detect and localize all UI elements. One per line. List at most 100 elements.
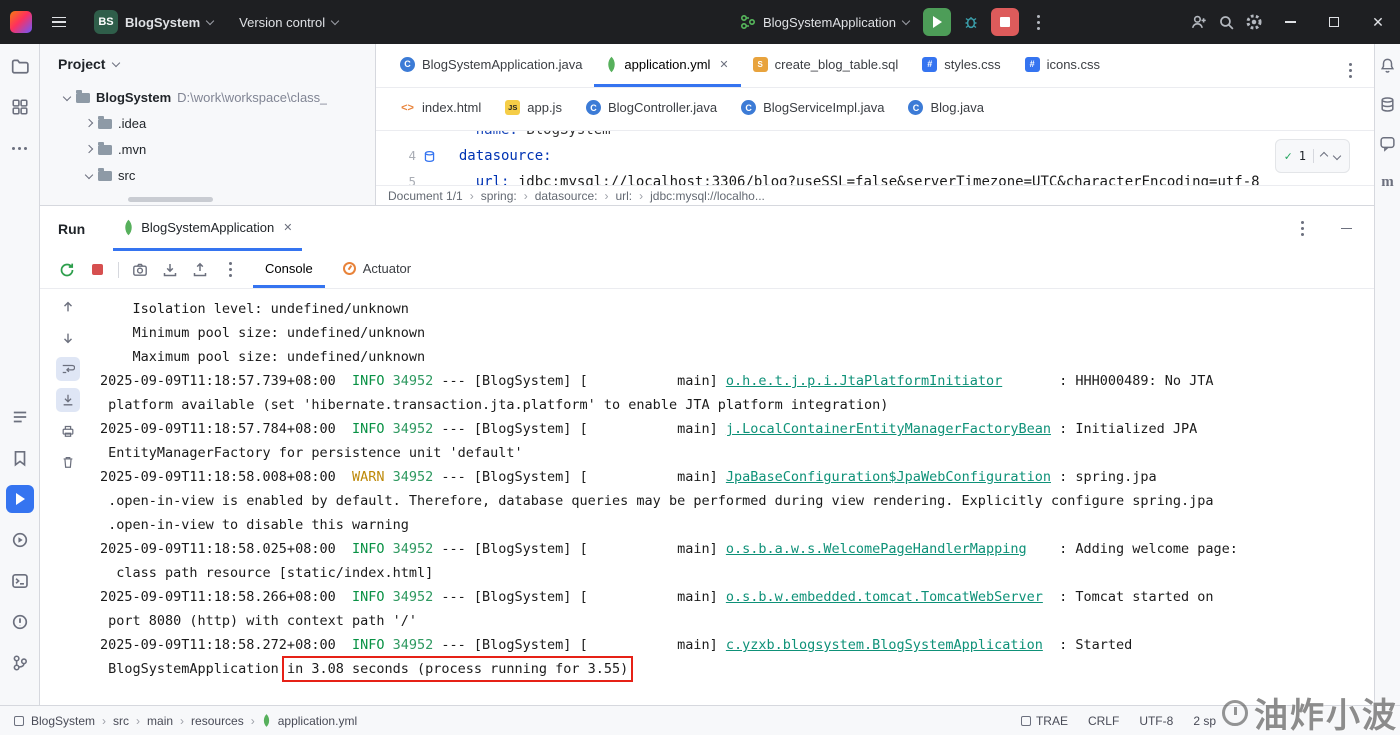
import-icon[interactable] (157, 257, 183, 283)
editor-tab-icons-css[interactable]: # icons.css (1013, 44, 1112, 87)
breadcrumb-item[interactable]: datasource: (535, 189, 598, 203)
status-crumb-application-yml[interactable]: application.yml (278, 714, 357, 728)
breadcrumb-item[interactable]: jdbc:mysql://localho... (650, 189, 765, 203)
run-toolwindow-icon[interactable] (5, 485, 34, 513)
maven-icon[interactable]: m (1377, 171, 1399, 193)
check-icon: ✓ (1284, 149, 1292, 163)
more-tools-icon[interactable] (6, 134, 34, 162)
more-options-icon[interactable] (217, 257, 243, 283)
close-icon[interactable]: ✕ (719, 58, 728, 71)
modules-icon[interactable] (6, 93, 34, 121)
datasource-gutter-icon[interactable] (416, 150, 442, 163)
tree-item--idea[interactable]: .idea (40, 110, 375, 136)
editor-tab-index-html[interactable]: <> index.html (388, 88, 493, 130)
console-link[interactable]: o.h.e.t.j.p.i.JtaPlatformInitiator (726, 373, 1002, 389)
tree-item-label: .idea (118, 115, 147, 131)
breadcrumb-item[interactable]: Document 1/1 (388, 189, 463, 203)
project-selector[interactable]: BS BlogSystem (86, 4, 221, 40)
stop-button[interactable] (990, 8, 1019, 36)
prev-problem-icon[interactable] (1319, 151, 1329, 161)
ai-chat-icon[interactable] (1377, 132, 1399, 154)
problems-icon[interactable] (6, 608, 34, 636)
chevron-right-icon[interactable] (84, 118, 94, 128)
print-icon[interactable] (56, 419, 80, 443)
close-icon[interactable]: ✕ (283, 221, 292, 234)
chevron-down-icon[interactable] (62, 92, 72, 102)
editor-code-area[interactable]: name: BlogSystem 4 datasource: 5 url: jd… (376, 131, 1374, 185)
hide-panel-icon[interactable] (1332, 215, 1360, 243)
services-icon[interactable] (6, 526, 34, 554)
add-user-icon[interactable] (1184, 8, 1212, 36)
scroll-to-end-icon[interactable] (56, 388, 80, 412)
structure-icon[interactable] (6, 403, 34, 431)
run-configuration-selector[interactable]: BlogSystemApplication (732, 8, 917, 36)
status-indicator-2-sp[interactable]: 2 sp (1193, 714, 1216, 728)
export-icon[interactable] (187, 257, 213, 283)
next-problem-icon[interactable] (1332, 151, 1342, 161)
terminal-icon[interactable] (6, 567, 34, 595)
main-menu-icon[interactable] (42, 9, 76, 36)
minimize-icon[interactable] (1268, 0, 1312, 44)
soft-wrap-icon[interactable] (56, 357, 80, 381)
camera-icon[interactable] (127, 257, 153, 283)
editor-tab-blogcontroller-java[interactable]: C BlogController.java (574, 88, 729, 130)
chevron-right-icon[interactable] (84, 144, 94, 154)
status-crumb-main[interactable]: main (147, 714, 173, 728)
tree-root-blogsystem[interactable]: BlogSystem D:\work\workspace\class_ (40, 84, 375, 110)
run-tab[interactable]: BlogSystemApplication ✕ (113, 206, 303, 251)
console-link[interactable]: o.s.b.a.w.s.WelcomePageHandlerMapping (726, 541, 1027, 557)
arrow-up-icon[interactable] (56, 295, 80, 319)
run-button[interactable] (922, 8, 951, 36)
rerun-icon[interactable] (54, 257, 80, 283)
editor-tab-create-blog-table-sql[interactable]: Screate_blog_table.sql (741, 44, 911, 87)
status-indicator-trae[interactable]: TRAE (1020, 714, 1068, 728)
tab-options-icon[interactable] (1336, 56, 1364, 84)
tab-console[interactable]: Console (253, 251, 325, 288)
breadcrumb-item[interactable]: spring: (481, 189, 517, 203)
tab-actuator[interactable]: Actuator (331, 251, 423, 288)
console-line: BlogSystemApplication in 3.08 seconds (p… (100, 656, 634, 682)
version-control-icon[interactable] (6, 649, 34, 677)
editor-tab-blogserviceimpl-java[interactable]: C BlogServiceImpl.java (729, 88, 896, 130)
database-icon[interactable] (1377, 93, 1399, 115)
breadcrumb-item[interactable]: url: (615, 189, 632, 203)
notifications-bell-icon[interactable] (1377, 54, 1399, 76)
debug-icon[interactable] (957, 8, 985, 36)
clear-trash-icon[interactable] (56, 450, 80, 474)
project-panel-title: Project (58, 56, 106, 72)
status-crumb-src[interactable]: src (113, 714, 129, 728)
close-icon[interactable]: ✕ (1356, 0, 1400, 44)
console-link[interactable]: o.s.b.w.embedded.tomcat.TomcatWebServer (726, 589, 1043, 605)
editor-tab-blogsystemapplication-java[interactable]: C BlogSystemApplication.java (388, 44, 594, 87)
arrow-down-icon[interactable] (56, 326, 80, 350)
stop-icon[interactable] (84, 257, 110, 283)
settings-gear-icon[interactable] (1240, 8, 1268, 36)
editor-tab-styles-css[interactable]: # styles.css (910, 44, 1012, 87)
tree-item-src[interactable]: src (40, 162, 375, 188)
console-output[interactable]: Isolation level: undefined/unknown Minim… (100, 289, 1370, 706)
run-panel-options-icon[interactable] (1288, 215, 1316, 243)
horizontal-scrollbar[interactable] (128, 197, 213, 202)
run-config-branch-icon (740, 14, 756, 30)
chevron-down-icon (330, 16, 340, 25)
chevron-down-icon[interactable] (112, 58, 121, 67)
tree-item--mvn[interactable]: .mvn (40, 136, 375, 162)
status-indicator-utf-8[interactable]: UTF-8 (1139, 714, 1173, 728)
status-indicator-crlf[interactable]: CRLF (1088, 714, 1119, 728)
search-icon[interactable] (1212, 8, 1240, 36)
inspections-widget[interactable]: ✓ 1 (1274, 139, 1350, 173)
chevron-down-icon[interactable] (84, 170, 94, 180)
project-folder-icon[interactable] (6, 52, 34, 80)
console-link[interactable]: JpaBaseConfiguration$JpaWebConfiguration (726, 469, 1051, 485)
editor-tab-app-js[interactable]: JS app.js (493, 88, 574, 130)
maximize-icon[interactable] (1312, 0, 1356, 44)
console-link[interactable]: c.yzxb.blogsystem.BlogSystemApplication (726, 637, 1043, 653)
bookmarks-icon[interactable] (6, 444, 34, 472)
console-link[interactable]: j.LocalContainerEntityManagerFactoryBean (726, 421, 1051, 437)
version-control-menu[interactable]: Version control (231, 9, 346, 36)
editor-tab-application-yml[interactable]: application.yml ✕ (594, 44, 741, 87)
status-crumb-blogsystem[interactable]: BlogSystem (31, 714, 95, 728)
editor-tab-blog-java[interactable]: C Blog.java (896, 88, 995, 130)
more-actions-icon[interactable] (1025, 8, 1053, 36)
status-crumb-resources[interactable]: resources (191, 714, 244, 728)
